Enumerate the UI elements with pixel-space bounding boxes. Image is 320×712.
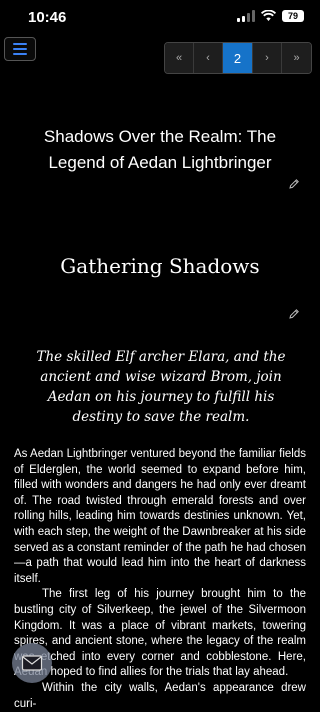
battery-icon: 79 [282, 10, 304, 22]
chapter-summary: The skilled Elf archer Elara, and the an… [36, 349, 286, 425]
prev-page-button[interactable]: ‹ [194, 43, 223, 73]
paragraph: As Aedan Lightbringer ventured beyond th… [14, 448, 306, 585]
status-icons: 79 [237, 10, 304, 22]
status-bar: 10:46 79 [0, 0, 320, 34]
mail-icon [21, 655, 43, 671]
next-page-button[interactable]: › [253, 43, 282, 73]
paragraph: Within the city walls, Aedan's appearanc… [14, 681, 306, 710]
book-title: Shadows Over the Realm: The Legend of Ae… [43, 127, 277, 172]
signal-icon [237, 10, 255, 22]
pagination: « ‹ 2 › » [164, 42, 312, 74]
current-page-button[interactable]: 2 [223, 43, 253, 73]
menu-icon-line [13, 48, 27, 50]
first-page-button[interactable]: « [165, 43, 194, 73]
battery-level: 79 [287, 11, 298, 21]
menu-button[interactable] [4, 37, 36, 61]
edit-icon[interactable] [288, 178, 300, 190]
chapter-body: As Aedan Lightbringer ventured beyond th… [14, 447, 306, 712]
last-page-button[interactable]: » [282, 43, 311, 73]
paragraph: The first leg of his journey brought him… [14, 588, 306, 679]
status-time: 10:46 [28, 9, 67, 26]
chapter-title: Gathering Shadows [60, 254, 260, 278]
menu-icon-line [13, 53, 27, 55]
mail-button[interactable] [12, 643, 52, 683]
edit-icon[interactable] [288, 308, 300, 320]
wifi-icon [261, 10, 276, 21]
menu-icon [13, 43, 27, 45]
